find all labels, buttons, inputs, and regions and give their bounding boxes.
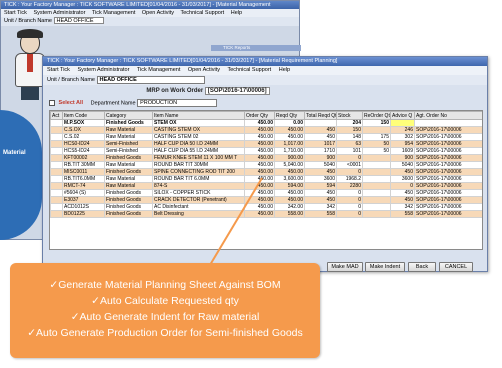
feature-callout: ✓Generate Material Planning Sheet Agains…: [10, 263, 320, 358]
callout-line-1: ✓Generate Material Planning Sheet Agains…: [49, 279, 281, 291]
callout-line-4: ✓Auto Generate Production Order for Semi…: [27, 327, 303, 339]
callout-line-2: ✓Auto Calculate Requested qty: [91, 295, 239, 307]
callout-line-3: ✓Auto Generate Indent for Raw material: [70, 311, 260, 323]
